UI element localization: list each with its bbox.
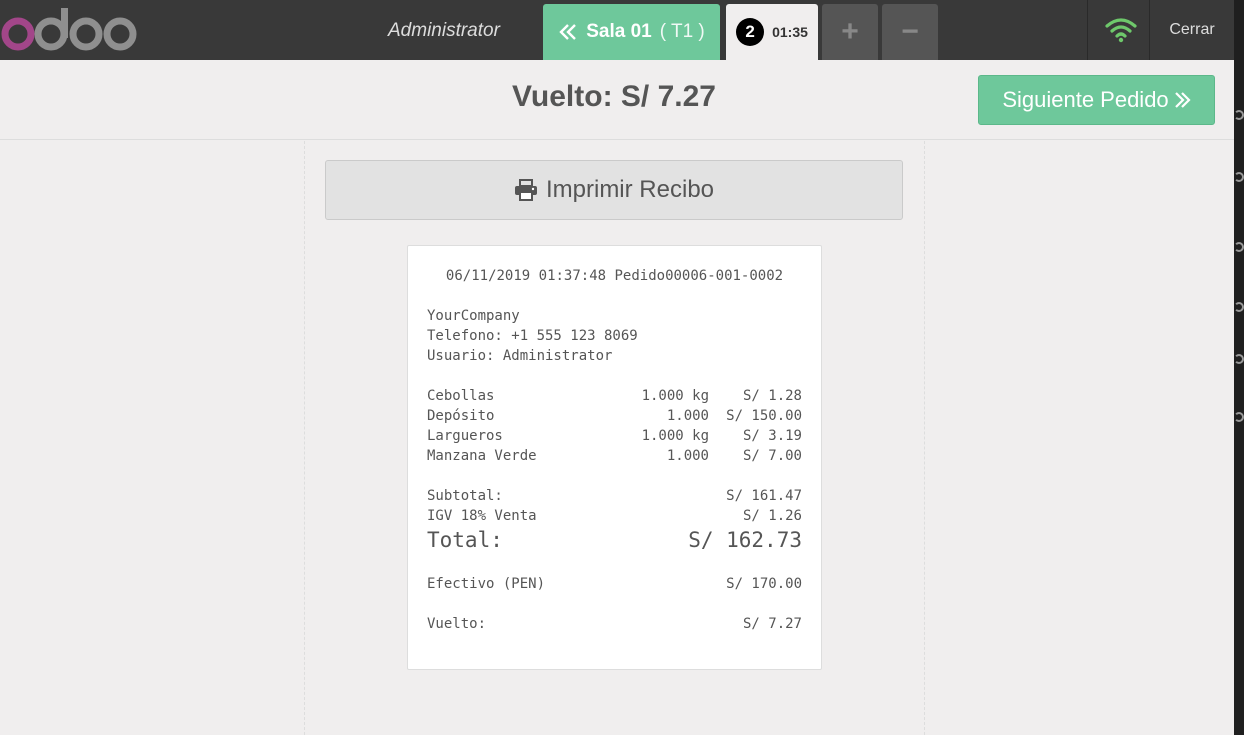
receipt-change-row: Vuelto: S/ 7.27: [427, 614, 802, 634]
orderline-product: Cebollas: [427, 388, 495, 404]
receipt-payment: Efectivo (PEN) S/ 170.00: [427, 574, 802, 594]
payment-method-label: Efectivo (PEN): [427, 576, 546, 592]
change-value: S/ 7.27: [742, 616, 802, 632]
print-receipt-label: Imprimir Recibo: [545, 176, 715, 203]
orderline-quantity: 1.000 kg: [641, 428, 709, 444]
receipt-orderlines: Cebollas 1.000 kg S/ 1.28 Depósito 1.000…: [427, 386, 802, 466]
side-panel-icon: [1234, 354, 1244, 364]
tax-value: S/ 1.26: [742, 508, 802, 524]
subtotal-label: Subtotal:: [427, 488, 503, 504]
column-divider: [924, 141, 925, 735]
orderline-price: S/ 3.19: [742, 428, 802, 444]
orderline-product: Largueros: [427, 428, 503, 444]
receipt-tax-row: IGV 18% Venta S/ 1.26: [427, 506, 802, 526]
order-tab-active[interactable]: 2 01:35: [726, 4, 818, 60]
browser-side-panel: [1234, 0, 1244, 735]
double-chevron-left-icon: [559, 24, 577, 40]
wifi-icon: [1105, 18, 1137, 43]
receipt-payment-row: Efectivo (PEN) S/ 170.00: [427, 574, 802, 594]
tax-label: IGV 18% Venta: [427, 508, 537, 524]
order-count-badge: 2: [736, 18, 765, 46]
receipt-ticket: 06/11/2019 01:37:48 Pedido00006-001-0002…: [407, 245, 822, 670]
orderline-product: Depósito: [427, 408, 495, 424]
orderline-quantity: 1.000: [666, 408, 709, 424]
receipt-orderline: Cebollas 1.000 kg S/ 1.28: [427, 386, 802, 406]
double-chevron-right-icon: [1174, 92, 1191, 108]
remove-order-button[interactable]: −: [882, 4, 938, 60]
pos-topbar: Administrator Sala 01 ( T1 ) 2 01:35 + −…: [0, 0, 1234, 60]
odoo-logo: [1, 8, 137, 51]
orderline-price: S/ 150.00: [726, 408, 802, 424]
receipt-change: Vuelto: S/ 7.27: [427, 614, 802, 634]
receipt-orderline: Largueros 1.000 kg S/ 3.19: [427, 426, 802, 446]
plus-icon: +: [841, 15, 859, 48]
side-panel-icon: [1234, 242, 1244, 252]
orderline-quantity: 1.000: [666, 448, 709, 464]
floor-name: Sala 01: [586, 21, 652, 42]
orderline-price: S/ 7.00: [742, 448, 802, 464]
company-phone: Telefono: +1 555 123 8069: [427, 328, 638, 344]
change-label: Vuelto:: [427, 616, 487, 632]
receipt-totals: Subtotal: S/ 161.47 IGV 18% Venta S/ 1.2…: [427, 486, 802, 554]
orderline-product: Manzana Verde: [427, 448, 537, 464]
side-panel-icon: [1234, 412, 1244, 422]
receipt-company-block: YourCompany Telefono: +1 555 123 8069 Us…: [427, 306, 802, 366]
receipt-orderline: Manzana Verde 1.000 S/ 7.00: [427, 446, 802, 466]
printer-icon: [514, 179, 537, 201]
minus-icon: −: [901, 15, 919, 48]
total-value: S/ 162.73: [688, 528, 802, 552]
receipt-orderline: Depósito 1.000 S/ 150.00: [427, 406, 802, 426]
column-divider: [304, 141, 305, 735]
receipt-subtotal-row: Subtotal: S/ 161.47: [427, 486, 802, 506]
total-label: Total:: [427, 528, 503, 552]
company-name: YourCompany: [427, 308, 520, 324]
orderline-price: S/ 1.28: [742, 388, 802, 404]
close-session-button[interactable]: Cerrar: [1150, 0, 1234, 60]
orderline-quantity: 1.000 kg: [641, 388, 709, 404]
payment-value: S/ 170.00: [726, 576, 802, 592]
add-order-button[interactable]: +: [822, 4, 878, 60]
subtotal-value: S/ 161.47: [726, 488, 802, 504]
topbar-divider: [1087, 0, 1088, 60]
receipt-total-row: Total: S/ 162.73: [427, 526, 802, 554]
side-panel-icon: [1234, 302, 1244, 312]
receipt-screen-header: Vuelto: S/ 7.27 Siguiente Pedido: [0, 60, 1234, 140]
side-panel-icon: [1234, 172, 1244, 182]
receipt-user: Usuario: Administrator: [427, 348, 613, 364]
order-time: 01:35: [772, 24, 808, 40]
floor-back-button[interactable]: Sala 01 ( T1 ): [543, 4, 720, 60]
next-order-button[interactable]: Siguiente Pedido: [978, 75, 1215, 125]
receipt-header: 06/11/2019 01:37:48 Pedido00006-001-0002: [445, 268, 784, 284]
table-number: ( T1 ): [659, 21, 705, 42]
next-order-label: Siguiente Pedido: [1002, 87, 1169, 112]
cashier-name[interactable]: Administrator: [388, 20, 500, 42]
side-panel-icon: [1234, 110, 1244, 120]
print-receipt-button[interactable]: Imprimir Recibo: [325, 160, 903, 220]
